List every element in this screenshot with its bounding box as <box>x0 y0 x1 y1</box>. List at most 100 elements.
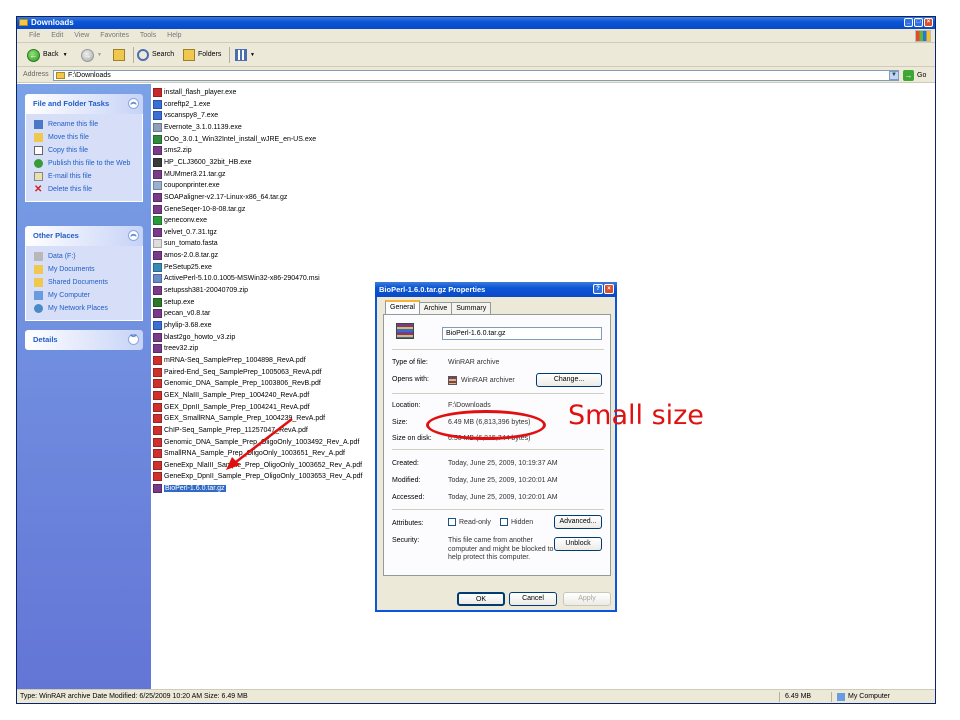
file-item[interactable]: setup.exe <box>153 297 194 308</box>
collapse-chevron-icon[interactable]: ︽ <box>128 98 139 109</box>
file-item[interactable]: sun_tomato.fasta <box>153 238 218 249</box>
file-item[interactable]: PeSetup25.exe <box>153 262 212 273</box>
tab-general[interactable]: General <box>385 300 420 314</box>
search-button[interactable]: Search <box>137 47 174 63</box>
file-item[interactable]: vscanspy8_7.exe <box>153 110 218 121</box>
menu-help[interactable]: Help <box>167 32 181 39</box>
publish-web-task[interactable]: Publish this file to the Web <box>34 157 134 170</box>
window-titlebar[interactable]: Downloads _ □ × <box>17 17 935 29</box>
file-icon <box>153 414 162 424</box>
file-item[interactable]: coreftp2_1.exe <box>153 99 210 110</box>
maximize-button[interactable]: □ <box>914 18 923 27</box>
file-item[interactable]: sms2.zip <box>153 145 192 156</box>
readonly-checkbox-box[interactable] <box>448 518 456 526</box>
file-icon <box>153 146 162 156</box>
file-item[interactable]: geneconv.exe <box>153 215 207 226</box>
file-item[interactable]: amos-2.0.8.tar.gz <box>153 250 218 261</box>
place-my-network[interactable]: My Network Places <box>34 302 134 315</box>
email-file-task[interactable]: E-mail this file <box>34 170 134 183</box>
up-folder-button[interactable] <box>113 47 128 63</box>
back-dropdown-icon[interactable]: ▼ <box>63 47 68 63</box>
file-item[interactable]: velvet_0.7.31.tgz <box>153 227 217 238</box>
accessed-value: Today, June 25, 2009, 10:20:01 AM <box>448 494 558 501</box>
help-button[interactable]: ? <box>593 284 603 294</box>
address-bar: Address F:\Downloads ▼ → Go <box>17 67 935 83</box>
rename-icon <box>34 120 43 129</box>
winrar-icon <box>448 376 457 385</box>
file-icon <box>153 309 162 319</box>
menu-tools[interactable]: Tools <box>140 32 156 39</box>
filename-input[interactable]: BioPerl-1.6.0.tar.gz <box>442 327 602 340</box>
go-button[interactable]: → Go <box>903 70 926 81</box>
views-button[interactable]: ▼ <box>235 47 255 63</box>
details-header[interactable]: Details ︾ <box>25 330 143 350</box>
cancel-button[interactable]: Cancel <box>509 592 557 606</box>
file-item[interactable]: GEX_DpnII_Sample_Prep_1004241_RevA.pdf <box>153 402 310 413</box>
tab-archive[interactable]: Archive <box>418 302 453 314</box>
file-item[interactable]: blast2go_howto_v3.zip <box>153 332 235 343</box>
address-dropdown-button[interactable]: ▼ <box>889 71 899 80</box>
menu-view[interactable]: View <box>74 32 89 39</box>
hidden-checkbox-box[interactable] <box>500 518 508 526</box>
file-item[interactable]: Evernote_3.1.0.1139.exe <box>153 122 242 133</box>
file-item[interactable]: OOo_3.0.1_Win32Intel_install_wJRE_en-US.… <box>153 134 316 145</box>
other-places-header[interactable]: Other Places ︽ <box>25 226 143 246</box>
readonly-checkbox[interactable]: Read-only <box>448 518 491 526</box>
collapse-chevron-icon[interactable]: ︽ <box>128 230 139 241</box>
file-item[interactable]: SOAPaligner-v2.17-Linux-x86_64.tar.gz <box>153 192 287 203</box>
close-button[interactable]: × <box>924 18 933 27</box>
copy-file-task[interactable]: Copy this file <box>34 144 134 157</box>
file-item[interactable]: mRNA-Seq_SamplePrep_1004898_RevA.pdf <box>153 355 306 366</box>
file-item[interactable]: MUMmer3.21.tar.gz <box>153 169 225 180</box>
place-data-drive[interactable]: Data (F:) <box>34 250 134 263</box>
delete-file-task[interactable]: ✕ Delete this file <box>34 183 134 196</box>
forward-button[interactable]: → ▼ <box>81 47 102 63</box>
forward-dropdown-icon[interactable]: ▼ <box>97 47 102 63</box>
file-icon <box>153 449 162 459</box>
file-name: velvet_0.7.31.tgz <box>164 228 217 236</box>
change-button[interactable]: Change... <box>536 373 602 387</box>
file-item[interactable]: setupssh381-20040709.zip <box>153 285 248 296</box>
ok-button[interactable]: OK <box>457 592 505 606</box>
back-button[interactable]: ← Back ▼ <box>27 47 68 63</box>
file-item[interactable]: phylip-3.68.exe <box>153 320 211 331</box>
folders-button[interactable]: Folders <box>183 47 221 63</box>
file-icon <box>153 169 162 179</box>
apply-button[interactable]: Apply <box>563 592 611 606</box>
place-my-documents[interactable]: My Documents <box>34 263 134 276</box>
tab-summary[interactable]: Summary <box>451 302 492 314</box>
menu-favorites[interactable]: Favorites <box>100 32 129 39</box>
expand-chevron-icon[interactable]: ︾ <box>128 334 139 345</box>
file-item[interactable]: treev32.zip <box>153 343 198 354</box>
menu-file[interactable]: File <box>29 32 40 39</box>
place-my-computer[interactable]: My Computer <box>34 289 134 302</box>
file-folder-tasks-header[interactable]: File and Folder Tasks ︽ <box>25 94 143 114</box>
rename-file-task[interactable]: Rename this file <box>34 118 134 131</box>
computer-icon <box>34 291 43 300</box>
file-item[interactable]: install_flash_player.exe <box>153 87 236 98</box>
file-item[interactable]: ActivePerl-5.10.0.1005-MSWin32-x86-29047… <box>153 273 320 284</box>
file-item[interactable]: BioPerl-1.6.0.tar.gz <box>153 483 226 494</box>
unblock-button[interactable]: Unblock <box>554 537 602 551</box>
dialog-titlebar[interactable]: BioPerl-1.6.0.tar.gz Properties ? × <box>375 282 617 297</box>
file-item[interactable]: couponprinter.exe <box>153 180 220 191</box>
menu-edit[interactable]: Edit <box>51 32 63 39</box>
address-input[interactable]: F:\Downloads <box>53 70 899 81</box>
task-label: E-mail this file <box>48 173 92 180</box>
email-icon <box>34 172 43 181</box>
file-item[interactable]: Genomic_DNA_Sample_Prep_1003806_RevB.pdf <box>153 378 321 389</box>
back-label: Back <box>43 51 59 58</box>
move-file-task[interactable]: Move this file <box>34 131 134 144</box>
advanced-button[interactable]: Advanced... <box>554 515 602 529</box>
file-item[interactable]: GeneSeqer-10-8-08.tar.gz <box>153 204 245 215</box>
file-item[interactable]: pecan_v0.8.tar <box>153 308 210 319</box>
file-item[interactable]: GEX_NlaIII_Sample_Prep_1004240_RevA.pdf <box>153 390 309 401</box>
minimize-button[interactable]: _ <box>904 18 913 27</box>
dialog-close-button[interactable]: × <box>604 284 614 294</box>
opens-with-app: WinRAR archiver <box>461 377 515 384</box>
place-shared-documents[interactable]: Shared Documents <box>34 276 134 289</box>
file-item[interactable]: Paired-End_Seq_SamplePrep_1005063_RevA.p… <box>153 367 322 378</box>
hidden-checkbox[interactable]: Hidden <box>500 518 533 526</box>
annotation-text: Small size <box>568 400 704 431</box>
file-item[interactable]: HP_CLJ3600_32bit_HB.exe <box>153 157 252 168</box>
